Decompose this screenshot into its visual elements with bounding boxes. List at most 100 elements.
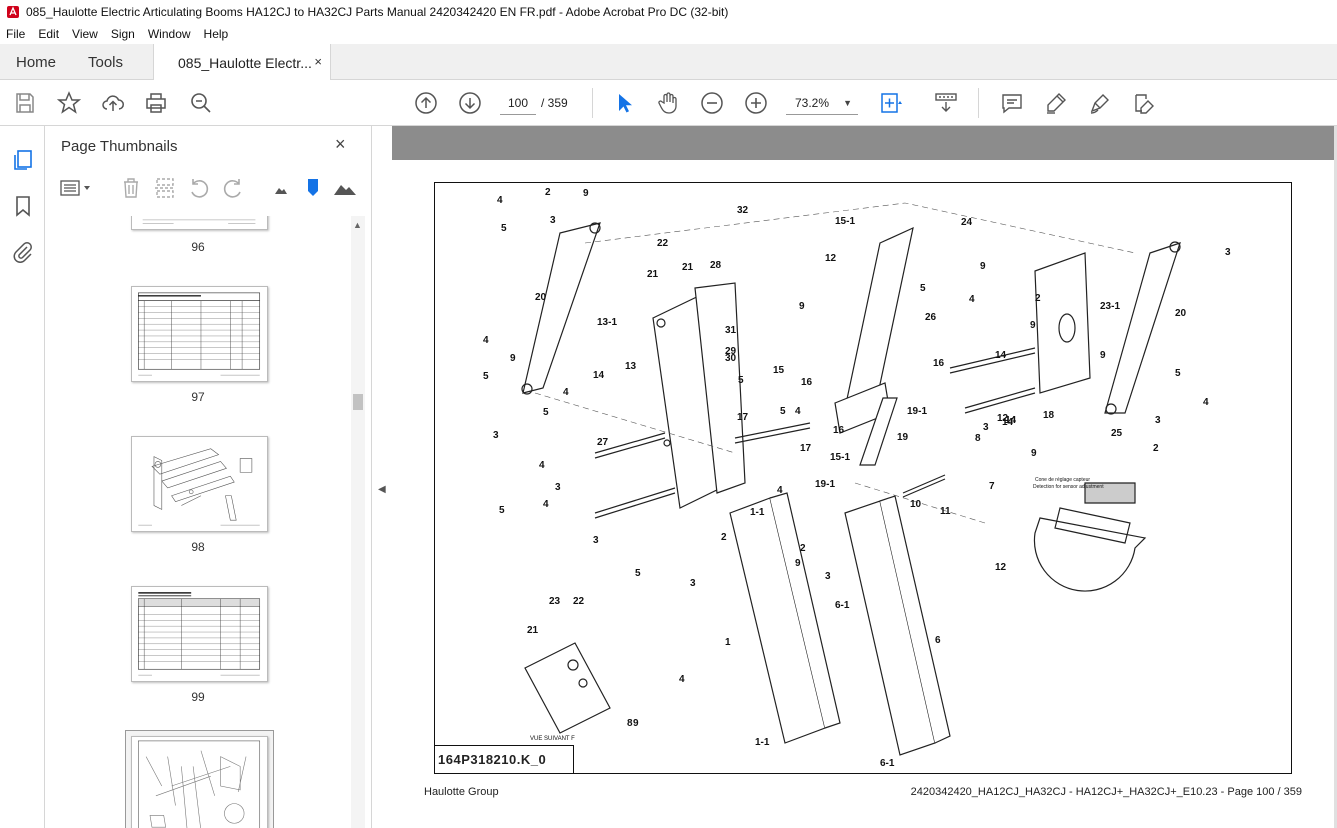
zoom-out-icon[interactable]: [700, 91, 724, 115]
part-callout: 4: [777, 485, 783, 496]
part-callout: 9: [795, 558, 801, 569]
attachments-icon[interactable]: [11, 240, 35, 264]
part-callout: 16: [833, 425, 845, 436]
zoom-search-icon[interactable]: [189, 91, 213, 115]
part-callout: 1-1: [755, 737, 770, 748]
close-icon[interactable]: ×: [335, 134, 346, 155]
menu-file[interactable]: File: [6, 27, 25, 41]
detail-note-2: Detection for sensor adjustment: [1033, 484, 1104, 490]
part-callout: 5: [635, 568, 641, 579]
part-callout: 25: [1111, 428, 1123, 439]
thumbnail-page-97[interactable]: [131, 286, 268, 382]
options-menu-icon[interactable]: [59, 176, 95, 200]
part-callout: 20: [535, 292, 547, 303]
menu-sign[interactable]: Sign: [111, 27, 135, 41]
toolbar-divider: [978, 88, 979, 118]
highlight-pen-icon[interactable]: [1044, 91, 1068, 115]
part-callout: 22: [573, 596, 585, 607]
scroll-up-icon[interactable]: ▲: [353, 220, 362, 230]
toolbar-divider: [592, 88, 593, 118]
scroll-mode-icon[interactable]: [934, 91, 958, 115]
tab-home[interactable]: Home: [16, 44, 56, 80]
thumbnail-size-slider-icon[interactable]: [301, 176, 325, 200]
document-viewer: 1 1-1 1-1 2 2 2 2 2 3 3 3 3 3 3 3 3 3 4 4 4 4 4 4 4 4 4 4 5 5 5 5 5 5 5 5 5…: [392, 126, 1337, 828]
zoom-in-icon[interactable]: [744, 91, 768, 115]
tab-close-icon[interactable]: ×: [314, 54, 322, 69]
thumbnail-list: 96 97 98 99: [45, 216, 351, 828]
bookmarks-icon[interactable]: [11, 194, 35, 218]
thumbnail-page-99[interactable]: [131, 586, 268, 682]
menu-view[interactable]: View: [72, 27, 98, 41]
part-callout: 9: [1100, 350, 1106, 361]
page-number-input[interactable]: 100: [500, 91, 536, 115]
part-callout: 23-1: [1100, 301, 1120, 312]
comment-icon[interactable]: [1000, 91, 1024, 115]
part-callout: 5: [780, 406, 786, 417]
rotate-left-icon[interactable]: [187, 176, 211, 200]
extract-pages-icon[interactable]: [153, 176, 177, 200]
thumbnail-label: 96: [191, 240, 205, 254]
drawing-code: 164P318210.K_0: [434, 745, 574, 774]
part-callout: 5: [483, 371, 489, 382]
hand-tool-icon[interactable]: [656, 91, 680, 115]
draw-pen-icon[interactable]: [1088, 91, 1112, 115]
part-callout: 13: [625, 361, 637, 372]
part-callout: 14: [593, 370, 605, 381]
part-callout: 2: [1153, 443, 1159, 454]
part-callout: 4: [497, 195, 503, 206]
part-callout: 4: [543, 499, 549, 510]
thumbnail-label: 97: [191, 390, 205, 404]
page-thumbnails-icon[interactable]: [11, 148, 35, 172]
fit-page-icon[interactable]: [879, 91, 903, 115]
edit-sign-icon[interactable]: [1132, 91, 1156, 115]
menu-bar: File Edit View Sign Window Help: [0, 24, 1337, 44]
part-callout: 3: [1155, 415, 1161, 426]
rotate-right-icon[interactable]: [221, 176, 245, 200]
part-callout: 5: [738, 375, 744, 386]
thumbnail-page-96[interactable]: [131, 216, 268, 230]
part-callout: 14: [995, 350, 1007, 361]
navigation-rail: [0, 126, 45, 828]
part-callout: 3: [1225, 247, 1231, 258]
menu-help[interactable]: Help: [204, 27, 229, 41]
tab-document[interactable]: 085_Haulotte Electr... ×: [153, 44, 331, 81]
part-callout: 4: [483, 335, 489, 346]
menu-edit[interactable]: Edit: [38, 27, 59, 41]
thumbnail-large-icon[interactable]: [333, 176, 357, 200]
thumbnail-small-icon[interactable]: [269, 176, 293, 200]
zoom-level-select[interactable]: 73.2% ▼: [786, 91, 858, 115]
part-callout: 32: [737, 205, 749, 216]
thumbnail-page-98[interactable]: [131, 436, 268, 532]
part-callout: 9: [980, 261, 986, 272]
part-callout: 15-1: [830, 452, 850, 463]
part-callout: 2: [1035, 293, 1041, 304]
upload-cloud-icon[interactable]: [101, 91, 125, 115]
part-callout: 9: [583, 188, 589, 199]
save-icon[interactable]: [13, 91, 37, 115]
part-callout: 16: [801, 377, 813, 388]
select-cursor-icon[interactable]: [612, 91, 636, 115]
delete-page-icon[interactable]: [119, 176, 143, 200]
part-callout: 11: [940, 506, 951, 517]
scrollbar-thumb[interactable]: [353, 394, 363, 410]
page-gap-bar: [392, 126, 1334, 160]
menu-window[interactable]: Window: [148, 27, 191, 41]
thumbnail-label: 98: [191, 540, 205, 554]
tab-document-label: 085_Haulotte Electr...: [178, 54, 312, 71]
zoom-level-value: 73.2%: [795, 96, 830, 110]
part-callout: 7: [989, 481, 995, 492]
part-callout: 19: [897, 432, 909, 443]
chevron-left-icon: ◀: [378, 484, 386, 495]
part-callout: 4: [969, 294, 975, 305]
thumbnail-page-100[interactable]: [131, 736, 268, 828]
part-callout: 21: [527, 625, 539, 636]
print-icon[interactable]: [144, 91, 168, 115]
tab-tools[interactable]: Tools: [88, 44, 123, 80]
part-callout: 14: [1005, 415, 1017, 426]
thumbnail-scrollbar[interactable]: ▲: [351, 216, 365, 828]
previous-page-icon[interactable]: [414, 91, 438, 115]
bookmark-star-icon[interactable]: [56, 91, 82, 115]
panel-collapse-handle[interactable]: ◀: [372, 126, 392, 828]
chevron-down-icon: ▼: [843, 98, 852, 108]
next-page-icon[interactable]: [458, 91, 482, 115]
